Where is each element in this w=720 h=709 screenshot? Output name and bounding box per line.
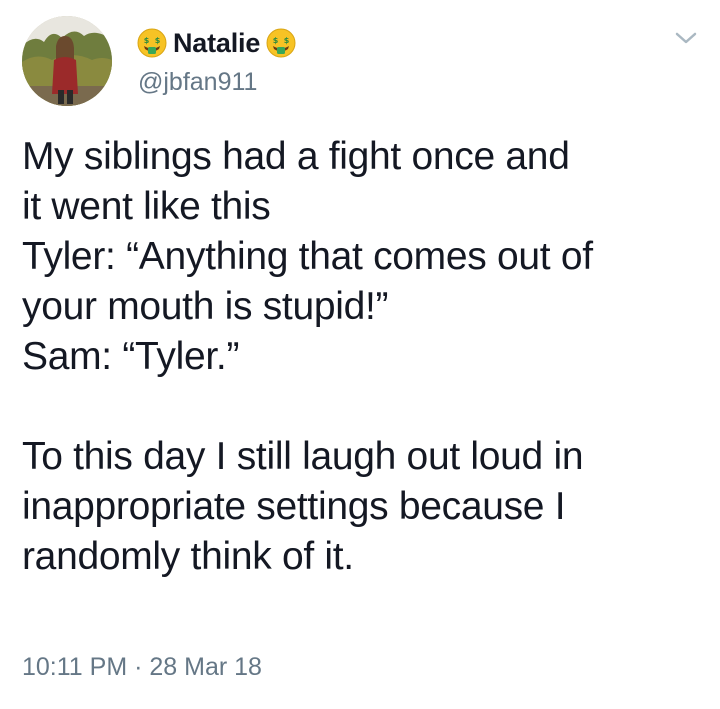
tweet-text-line: your mouth is stupid!” — [22, 285, 389, 328]
svg-text:$: $ — [284, 36, 290, 45]
tweet-text-line: Tyler: “Anything that comes out of — [22, 235, 593, 278]
tweet-text-line: To this day I still laugh out loud in — [22, 435, 584, 478]
chevron-down-icon[interactable] — [674, 30, 698, 46]
name-row: $ $ Natalie $ $ — [137, 26, 296, 60]
avatar[interactable] — [22, 16, 112, 106]
tweet-text-line: it went like this — [22, 185, 271, 228]
avatar-photo — [22, 16, 112, 106]
svg-text:$: $ — [144, 36, 150, 45]
tweet-card: $ $ Natalie $ $ @jbfan911 My siblings ha… — [0, 0, 720, 709]
paragraph-break — [22, 382, 702, 432]
money-mouth-face-icon: $ $ — [137, 28, 167, 58]
tweet-text: My siblings had a fight once and it went… — [22, 132, 702, 582]
money-mouth-face-icon: $ $ — [266, 28, 296, 58]
tweet-text-line: My siblings had a fight once and — [22, 135, 570, 178]
tweet-timestamp[interactable]: 10:11 PM · 28 Mar 18 — [22, 653, 262, 682]
tweet-text-line: randomly think of it. — [22, 535, 354, 578]
user-handle[interactable]: @jbfan911 — [138, 68, 257, 97]
svg-text:$: $ — [273, 36, 279, 45]
svg-text:$: $ — [155, 36, 161, 45]
tweet-text-line: inappropriate settings because I — [22, 485, 566, 528]
tweet-text-line: Sam: “Tyler.” — [22, 335, 240, 378]
display-name[interactable]: Natalie — [173, 28, 260, 59]
tweet-header: $ $ Natalie $ $ @jbfan911 — [22, 16, 698, 106]
